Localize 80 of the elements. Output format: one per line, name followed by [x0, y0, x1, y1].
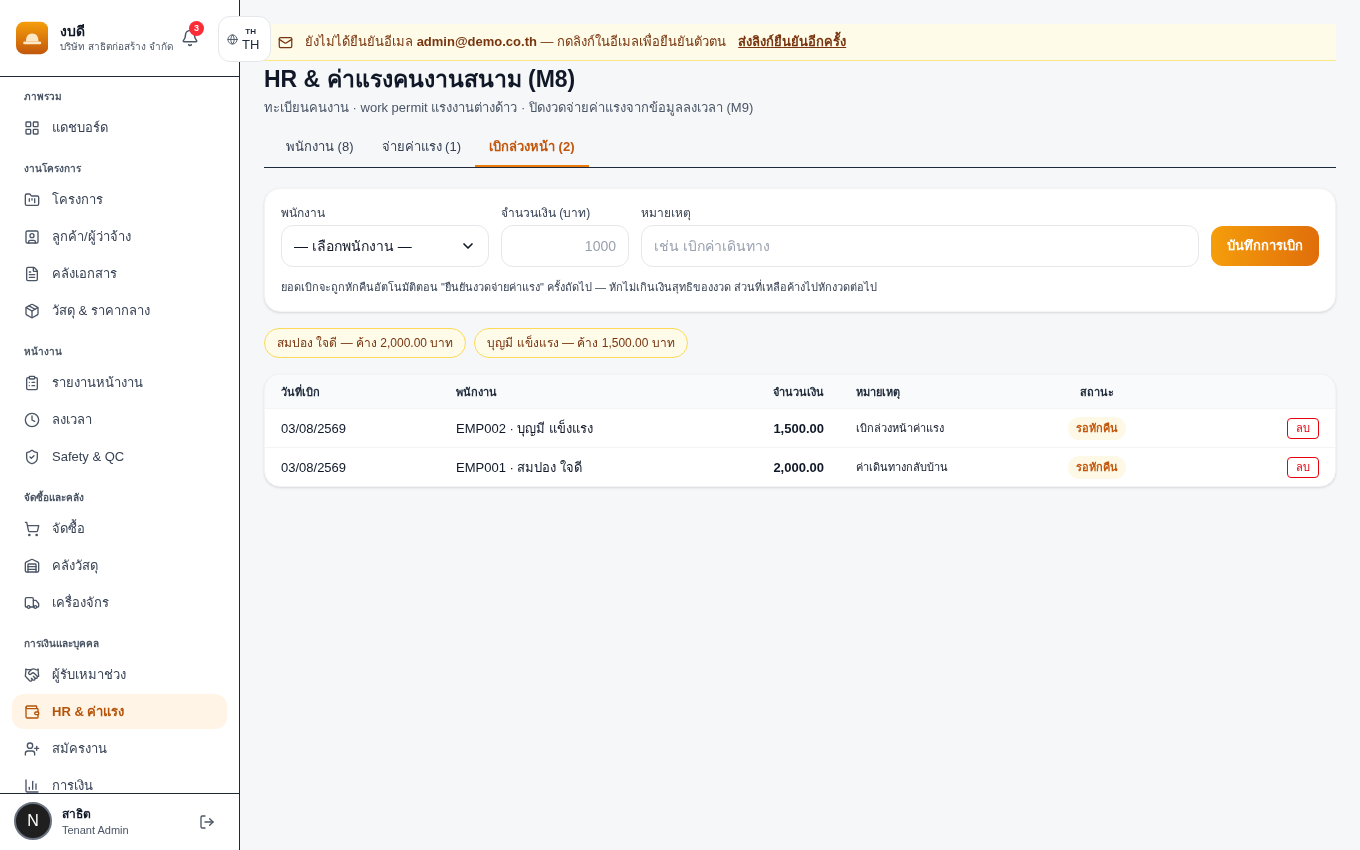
- folder-icon: [24, 191, 40, 208]
- field-label: พนักงาน: [281, 204, 326, 221]
- page-subtitle: ทะเบียนคนงาน · work permit แรงงานต่างด้าว · ปิดงวดจ่ายค่าแรงจากข้อมูลลงเวลา (M9): [264, 98, 755, 118]
- globe-icon: [227, 33, 238, 45]
- status-badge: รอหักคืน: [1067, 417, 1126, 440]
- form-note: ยอดเบิกจะถูกหักคืนอัตโนมัติตอน "ยืนยันงวดจ่ายค่าแรง" ครั้งถัดไป — หักไม่เกินเงินสุทธิของงวด ส่วนที่เหลือค้างไปหักงวดต่อไป: [281, 278, 879, 296]
- balance-chip: บุญมี แข็งแรง — ค้าง 1,500.00 บาท: [474, 328, 688, 359]
- sidebar-item[interactable]: HR & ค่าแรง: [12, 694, 227, 729]
- tab[interactable]: พนักงาน (8): [272, 137, 368, 167]
- sidebar-item[interactable]: วัสดุ & ราคากลาง: [12, 293, 227, 328]
- table-cell-text: EMP002 · บุญมี แข็งแรง: [456, 418, 595, 438]
- logout-icon[interactable]: [199, 814, 215, 830]
- page-title: HR & ค่าแรงคนงานสนาม (M8): [264, 65, 577, 94]
- table-cell-text: 03/08/2569: [281, 419, 348, 438]
- delete-button[interactable]: ลบ: [1287, 456, 1319, 478]
- sidebar-item[interactable]: คลังเอกสาร: [12, 256, 227, 291]
- field-label: หมายเหตุ: [641, 204, 692, 221]
- column-header: หมายเหตุ: [855, 384, 901, 400]
- sidebar-item[interactable]: เครื่องจักร: [12, 585, 227, 620]
- sidebar-item[interactable]: ลูกค้า/ผู้ว่าจ้าง: [12, 219, 227, 254]
- sidebar-item[interactable]: Safety & QC: [12, 439, 227, 474]
- table-cell-text: ค่าเดินทางกลับบ้าน: [855, 460, 949, 475]
- logo-icon: [16, 20, 49, 56]
- sidebar-item[interactable]: ผู้รับเหมาช่วง: [12, 657, 227, 692]
- dev-badge[interactable]: N: [14, 802, 52, 840]
- banner-text: ยังไม่ได้ยืนยันอีเมล admin@demo.co.th — กดลิงก์ในอีเมลเพื่อยืนยันตัวตน: [305, 32, 727, 52]
- grid-icon: [24, 119, 40, 136]
- employee-select[interactable]: — เลือกพนักงาน —: [281, 224, 489, 267]
- tab[interactable]: จ่ายค่าแรง (1): [367, 137, 475, 167]
- chart-icon: [24, 777, 40, 793]
- balance-chip: สมปอง ใจดี — ค้าง 2,000.00 บาท: [264, 328, 467, 359]
- cart-icon: [24, 520, 40, 537]
- clock-icon: [24, 411, 40, 428]
- table-cell-text: EMP001 · สมปอง ใจดี: [456, 458, 584, 477]
- user-name: สาธิต: [62, 805, 91, 822]
- user-add-icon: [24, 740, 40, 757]
- notification-bell-icon[interactable]: [181, 29, 199, 47]
- sidebar-item[interactable]: จัดซื้อ: [12, 511, 227, 546]
- notification-count: 3: [189, 21, 204, 36]
- resend-link[interactable]: ส่งลิงก์ยืนยันอีกครั้ง: [738, 32, 847, 52]
- company-name: บริษัท สาธิตก่อสร้าง จำกัด: [60, 40, 173, 53]
- mail-icon: [278, 34, 293, 50]
- table-cell-text: เบิกล่วงหน้าค่าแรง: [855, 421, 945, 436]
- section-heading: งานโครงการ: [23, 162, 82, 176]
- column-header: วันที่เบิก: [281, 383, 321, 400]
- column-header: สถานะ: [1078, 384, 1115, 400]
- status-badge: รอหักคืน: [1067, 456, 1126, 479]
- truck-icon: [24, 594, 40, 611]
- section-heading: ภาพรวม: [23, 90, 63, 104]
- clipboard-icon: [24, 374, 40, 391]
- contact-icon: [24, 228, 40, 245]
- warehouse-icon: [24, 557, 40, 574]
- table-cell-text: 03/08/2569: [281, 458, 348, 477]
- language-button[interactable]: TH TH: [218, 16, 271, 62]
- sidebar-item[interactable]: รายงานหน้างาน: [12, 365, 227, 400]
- field-label: จำนวนเงิน (บาท): [501, 204, 592, 221]
- sidebar-item[interactable]: แดชบอร์ด: [12, 110, 227, 145]
- document-icon: [24, 265, 40, 282]
- note-field[interactable]: เช่น เบิกค่าเดินทาง: [641, 224, 1199, 267]
- app-name: งบดี: [60, 23, 87, 41]
- column-header: จำนวนเงิน: [772, 384, 824, 400]
- section-heading: จัดซื้อและคลัง: [23, 489, 85, 505]
- handshake-icon: [24, 666, 40, 683]
- section-heading: หน้างาน: [23, 345, 63, 359]
- wallet-icon: [24, 703, 40, 720]
- amount-field[interactable]: 1000: [501, 224, 629, 267]
- sidebar-item[interactable]: คลังวัสดุ: [12, 548, 227, 583]
- package-icon: [24, 302, 40, 319]
- delete-button[interactable]: ลบ: [1287, 417, 1319, 439]
- table-cell-text: 1,500.00: [772, 419, 824, 438]
- section-heading: การเงินและบุคคล: [23, 637, 100, 652]
- column-header: พนักงาน: [456, 384, 498, 400]
- table-cell-text: 2,000.00: [772, 458, 824, 477]
- sidebar-item[interactable]: สมัครงาน: [12, 731, 227, 766]
- sidebar-item[interactable]: โครงการ: [12, 182, 227, 217]
- user-role: Tenant Admin: [62, 822, 129, 838]
- tab[interactable]: เบิกล่วงหน้า (2): [475, 137, 589, 167]
- sidebar-item[interactable]: ลงเวลา: [12, 402, 227, 437]
- sidebar-item[interactable]: การเงิน: [12, 768, 227, 793]
- shield-icon: [24, 448, 40, 465]
